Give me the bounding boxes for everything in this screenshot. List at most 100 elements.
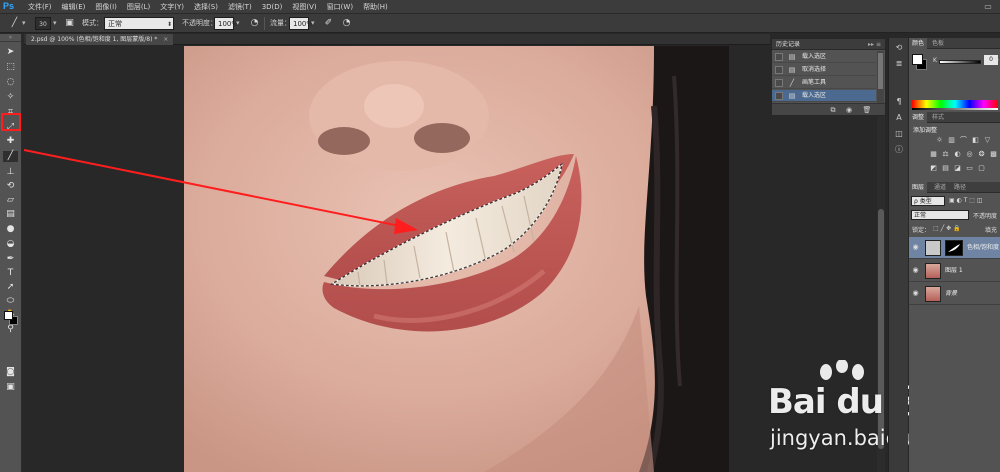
eraser-tool-icon[interactable]: ▱ — [3, 195, 18, 206]
preset-dropdown-icon[interactable]: ▾ — [22, 17, 26, 30]
menu-window[interactable]: 窗口(W) — [322, 0, 358, 14]
new-snapshot-icon[interactable]: ◉ — [844, 105, 854, 115]
layer-filter-icons[interactable]: ▣ ◐ T ⬚ ◫ — [949, 197, 983, 204]
move-tool-icon[interactable]: ➤ — [3, 47, 18, 58]
color-spectrum-bar[interactable] — [912, 100, 998, 108]
tab-swatches[interactable]: 色板 — [929, 38, 947, 49]
info-panel-icon[interactable]: ⓘ — [893, 144, 905, 156]
history-panel-title[interactable]: 历史记录 — [776, 39, 800, 50]
tab-adjustments[interactable]: 调整 — [909, 112, 928, 123]
mode-select[interactable]: 正常 ⬍ — [104, 17, 174, 30]
brush-size-dropdown-icon[interactable]: ▾ — [53, 17, 57, 30]
curves-icon[interactable]: ⌒ — [959, 136, 968, 145]
screen-mode-icon[interactable]: ▣ — [3, 382, 18, 393]
panel-menu-icon[interactable]: ▸▸ ≡ — [868, 39, 881, 50]
brush-size-picker[interactable]: 30 — [35, 17, 51, 30]
menu-view[interactable]: 视图(V) — [287, 0, 321, 14]
brush-preset-icon[interactable]: ╱ — [8, 17, 21, 30]
history-checkbox[interactable] — [775, 53, 783, 61]
menu-layer[interactable]: 图层(L) — [122, 0, 155, 14]
color-k-slider[interactable] — [939, 60, 981, 64]
channel-mixer-icon[interactable]: ❂ — [977, 150, 986, 159]
history-scrollbar-thumb[interactable] — [878, 53, 883, 89]
gradient-map-icon[interactable]: ▭ — [965, 164, 974, 173]
paragraph-panel-icon[interactable]: ¶ — [893, 96, 905, 108]
foreground-color-swatch[interactable] — [4, 311, 13, 320]
airbrush-icon[interactable]: ✐ — [322, 17, 335, 30]
hue-saturation-icon[interactable]: ▦ — [929, 150, 938, 159]
menu-type[interactable]: 文字(Y) — [155, 0, 189, 14]
shape-tool-icon[interactable]: ⬭ — [3, 296, 18, 307]
vibrance-icon[interactable]: ▽ — [983, 136, 992, 145]
menu-filter[interactable]: 滤镜(T) — [223, 0, 257, 14]
gradient-tool-icon[interactable]: ▤ — [3, 209, 18, 220]
history-scrollbar[interactable] — [877, 51, 884, 103]
threshold-icon[interactable]: ◪ — [953, 164, 962, 173]
history-checkbox[interactable] — [775, 79, 783, 87]
blend-mode-select[interactable]: 正常 — [911, 210, 969, 220]
color-foreground-swatch[interactable] — [912, 54, 923, 65]
brightness-contrast-icon[interactable]: ☼ — [935, 136, 944, 145]
grayscale-ramp[interactable] — [912, 108, 998, 110]
brush-panel-icon[interactable]: ◫ — [893, 128, 905, 140]
brush-panel-icon[interactable]: ▣ — [63, 17, 76, 30]
layer-row[interactable]: ◉ 图层 1 — [909, 260, 1000, 282]
path-selection-tool-icon[interactable]: ➚ — [3, 282, 18, 293]
history-item-active[interactable]: ▤ 载入选区 — [772, 90, 876, 102]
menu-edit[interactable]: 编辑(E) — [57, 0, 91, 14]
history-checkbox[interactable] — [775, 92, 783, 100]
history-panel-icon[interactable]: ⟲ — [893, 42, 905, 54]
history-checkbox[interactable] — [775, 66, 783, 74]
menu-help[interactable]: 帮助(H) — [358, 0, 393, 14]
close-tab-icon[interactable]: × — [163, 36, 168, 43]
blur-tool-icon[interactable]: ● — [3, 224, 18, 235]
posterize-icon[interactable]: ▤ — [941, 164, 950, 173]
document-tab[interactable]: 2.psd @ 100% (色相/饱和度 1, 图层蒙版/8) * × — [26, 34, 174, 45]
new-document-from-state-icon[interactable]: ⧉ — [828, 105, 838, 115]
canvas-area[interactable] — [24, 46, 770, 472]
healing-brush-tool-icon[interactable]: ✚ — [3, 136, 18, 147]
opacity-input[interactable]: 100% — [214, 17, 238, 30]
clone-stamp-tool-icon[interactable]: ⊥ — [3, 167, 18, 178]
brush-tool-icon[interactable]: ╱ — [3, 151, 18, 162]
lock-icons[interactable]: ⬚ ╱ ✥ 🔒 — [933, 225, 961, 232]
history-item[interactable]: ╱ 画笔工具 — [772, 77, 876, 89]
color-lookup-icon[interactable]: ▩ — [989, 150, 998, 159]
photo-filter-icon[interactable]: ◎ — [965, 150, 974, 159]
dodge-tool-icon[interactable]: ◒ — [3, 239, 18, 250]
window-restore-icon[interactable]: ▭ — [980, 1, 996, 12]
marquee-tool-icon[interactable]: ⬚ — [3, 62, 18, 73]
history-item[interactable]: ▤ 载入选区 — [772, 51, 876, 63]
flow-dropdown-icon[interactable]: ▾ — [311, 17, 315, 30]
selective-color-icon[interactable]: ▢ — [977, 164, 986, 173]
properties-panel-icon[interactable]: ≣ — [893, 58, 905, 70]
history-item[interactable]: ▤ 取消选择 — [772, 64, 876, 76]
eye-icon[interactable]: ◉ — [911, 289, 920, 298]
tab-styles[interactable]: 样式 — [929, 112, 947, 123]
history-brush-tool-icon[interactable]: ⟲ — [3, 181, 18, 192]
invert-icon[interactable]: ◩ — [929, 164, 938, 173]
zoom-tool-icon[interactable]: ⚲ — [3, 324, 18, 335]
layer-mask-thumbnail[interactable] — [945, 240, 963, 256]
trash-icon[interactable]: 🗑 — [862, 105, 872, 115]
color-balance-icon[interactable]: ⚖ — [941, 150, 950, 159]
exposure-icon[interactable]: ◧ — [971, 136, 980, 145]
tab-paths[interactable]: 路径 — [951, 182, 969, 193]
lasso-tool-icon[interactable]: ◌ — [3, 77, 18, 88]
flow-input[interactable]: 100% — [289, 17, 313, 30]
tab-color[interactable]: 颜色 — [909, 38, 928, 49]
pressure-size-icon[interactable]: ◔ — [340, 17, 353, 30]
eye-icon[interactable]: ◉ — [911, 243, 920, 252]
layer-filter-select[interactable]: ρ 类型 — [911, 196, 945, 206]
levels-icon[interactable]: ▥ — [947, 136, 956, 145]
opacity-dropdown-icon[interactable]: ▾ — [236, 17, 240, 30]
photo-canvas[interactable] — [184, 46, 729, 472]
scrollbar-thumb[interactable] — [878, 209, 884, 449]
menu-image[interactable]: 图像(I) — [90, 0, 122, 14]
menu-file[interactable]: 文件(F) — [23, 0, 57, 14]
type-tool-icon[interactable]: T — [3, 268, 18, 279]
menu-3d[interactable]: 3D(D) — [257, 0, 288, 14]
pen-tool-icon[interactable]: ✒ — [3, 254, 18, 265]
character-panel-icon[interactable]: A — [893, 112, 905, 124]
pressure-opacity-icon[interactable]: ◔ — [248, 17, 261, 30]
